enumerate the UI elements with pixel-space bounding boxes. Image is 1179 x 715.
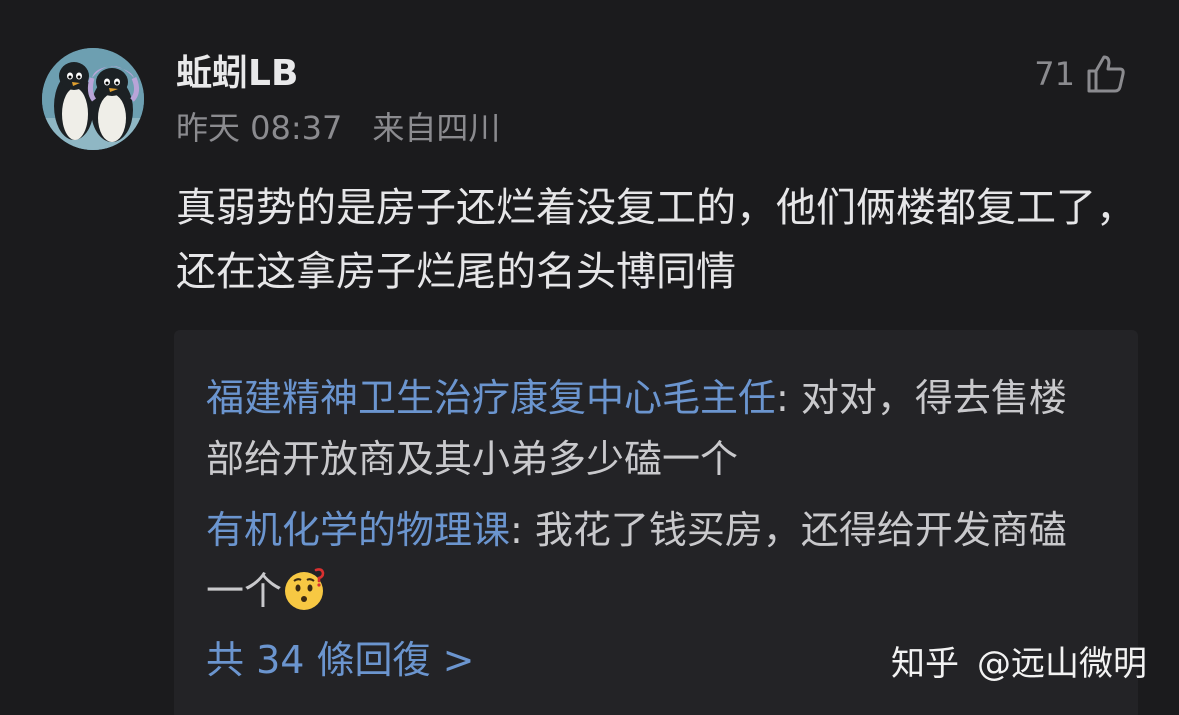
like-button[interactable]: 71 — [1034, 48, 1127, 100]
comment-screen: 蚯蚓LB 昨天 08:37 来自四川 71 真弱势的是房子还烂着没复工的，他们俩楼… — [0, 0, 1179, 715]
avatar-penguins-image — [42, 48, 144, 150]
comment-text: 真弱势的是房子还烂着没复工的，他们俩楼都复工了，还在这拿房子烂尾的名头博同情 — [176, 185, 1136, 295]
watermark-brand: 知乎 — [891, 644, 959, 684]
reply-item[interactable]: 有机化学的物理课: 我花了钱买房，还得给开发商磕一个 — [206, 500, 1096, 622]
watermark: 知乎 @远山微明 — [891, 638, 1147, 690]
reply-separator: : — [510, 508, 535, 552]
comment-time: 昨天 08:37 — [176, 109, 343, 147]
reply-separator: : — [776, 376, 801, 420]
like-count: 71 — [1034, 55, 1075, 93]
reply-item[interactable]: 福建精神卫生治疗康复中心毛主任: 对对，得去售楼部给开放商及其小弟多少磕一个 — [206, 368, 1096, 490]
comment-location: 来自四川 — [372, 109, 501, 147]
comment-author-name[interactable]: 蚯蚓LB — [176, 48, 298, 100]
comment-meta: 昨天 08:37 来自四川 — [176, 104, 500, 152]
thinking-face-emoji — [285, 568, 325, 610]
reply-author[interactable]: 福建精神卫生治疗康复中心毛主任 — [206, 376, 776, 420]
thumbs-up-icon — [1087, 55, 1125, 93]
avatar[interactable] — [42, 48, 144, 150]
watermark-account: @远山微明 — [977, 644, 1147, 684]
view-all-replies-link[interactable]: 共 34 條回復 > — [206, 630, 474, 691]
reply-author[interactable]: 有机化学的物理课 — [206, 508, 510, 552]
